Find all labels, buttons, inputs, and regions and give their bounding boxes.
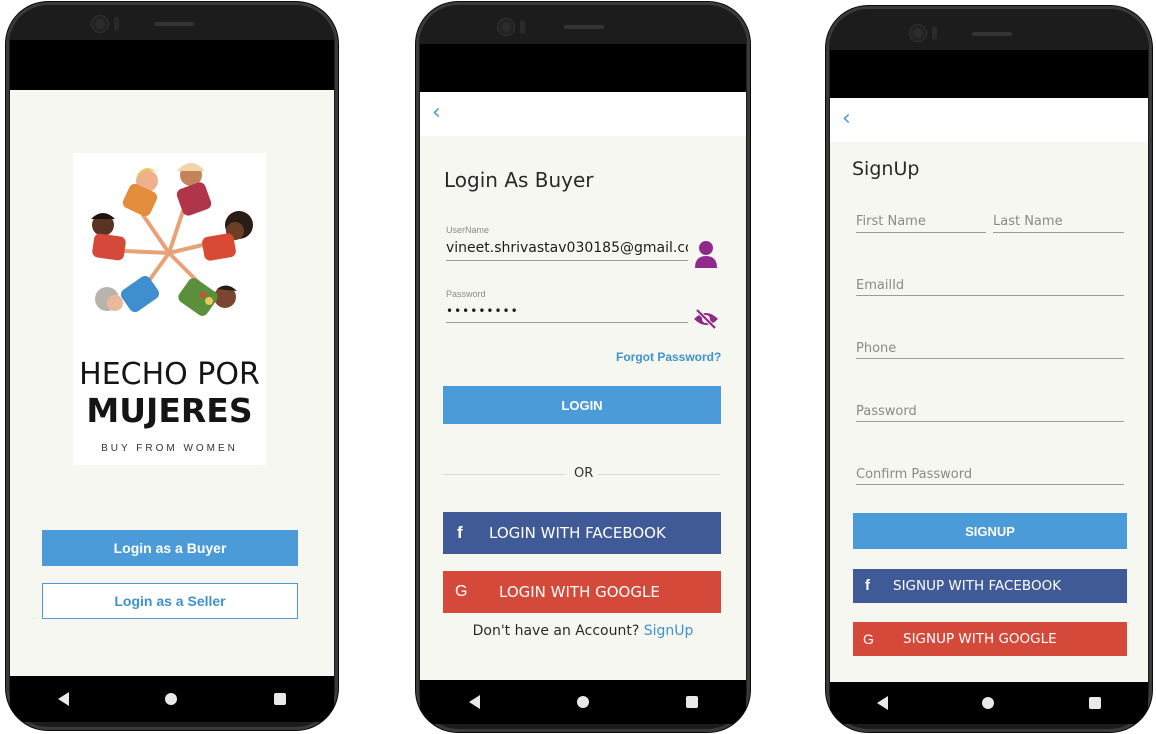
nav-back-icon[interactable]: [877, 696, 889, 710]
phone-frame-welcome: HECHO POR MUJERES BUY FROM WOMEN Login a…: [6, 2, 338, 730]
earpiece-speaker: [564, 25, 604, 29]
signup-with-google-button[interactable]: G SIGNUP WITH GOOGLE: [853, 622, 1127, 656]
or-divider-right: [598, 474, 720, 475]
facebook-icon: f: [865, 577, 870, 594]
nav-recents-icon[interactable]: [685, 696, 698, 708]
google-icon: G: [455, 583, 468, 600]
nav-home-icon[interactable]: [982, 697, 995, 709]
page-title: Login As Buyer: [444, 168, 594, 192]
login-screen: ‹ Login As Buyer UserName vineet.shrivas…: [420, 92, 746, 680]
login-button[interactable]: LOGIN: [443, 386, 721, 424]
password-input[interactable]: Password: [856, 404, 917, 419]
login-as-seller-button[interactable]: Login as a Seller: [42, 583, 298, 619]
nav-home-icon[interactable]: [576, 696, 589, 708]
system-nav-bar: [420, 680, 746, 724]
google-icon: G: [863, 631, 874, 647]
app-bar: ‹: [420, 92, 746, 136]
confirm-password-input[interactable]: Confirm Password: [856, 467, 972, 482]
nav-home-icon[interactable]: [165, 693, 178, 705]
system-nav-bar: [830, 682, 1148, 724]
or-divider-text: OR: [574, 466, 594, 481]
login-with-google-button[interactable]: G LOGIN WITH GOOGLE: [443, 571, 721, 613]
earpiece-speaker: [972, 32, 1012, 36]
nav-back-icon[interactable]: [468, 695, 480, 709]
proximity-sensor: [932, 26, 937, 40]
brand-name-line2: MUJERES: [86, 391, 253, 430]
phone-underline: [856, 358, 1124, 359]
email-input[interactable]: EmailId: [856, 278, 904, 293]
front-camera: [92, 16, 108, 32]
confirm-password-underline: [856, 484, 1124, 485]
facebook-button-label: SIGNUP WITH FACEBOOK: [893, 578, 1062, 594]
front-camera: [498, 19, 514, 35]
phone-frame-login: ‹ Login As Buyer UserName vineet.shrivas…: [416, 2, 750, 732]
first-name-input[interactable]: First Name: [856, 214, 926, 229]
facebook-icon: f: [457, 523, 463, 542]
first-name-underline: [856, 232, 986, 233]
signup-link[interactable]: SignUp: [644, 623, 694, 639]
password-underline: [856, 421, 1124, 422]
phone-frame-signup: ‹ SignUp First Name Last Name EmailId Ph…: [826, 6, 1152, 732]
proximity-sensor: [114, 17, 119, 31]
password-input[interactable]: •••••••••: [446, 304, 688, 318]
earpiece-speaker: [154, 22, 194, 26]
front-camera: [910, 25, 926, 41]
last-name-input[interactable]: Last Name: [993, 214, 1063, 229]
status-bar: [830, 50, 1148, 98]
women-circle-illustration-icon: [91, 163, 253, 316]
username-label: UserName: [446, 225, 490, 235]
forgot-password-link[interactable]: Forgot Password?: [616, 350, 721, 364]
no-account-text: Don't have an Account?: [472, 623, 640, 639]
password-label: Password: [446, 289, 486, 299]
page-title: SignUp: [852, 158, 920, 180]
brand-tagline: BUY FROM WOMEN: [101, 443, 238, 454]
last-name-underline: [993, 232, 1124, 233]
app-bar: ‹: [830, 98, 1148, 142]
signup-with-facebook-button[interactable]: f SIGNUP WITH FACEBOOK: [853, 569, 1127, 603]
signup-screen: ‹ SignUp First Name Last Name EmailId Ph…: [830, 98, 1148, 682]
facebook-button-label: LOGIN WITH FACEBOOK: [489, 524, 666, 542]
eye-off-icon[interactable]: [692, 308, 720, 330]
user-icon: [695, 241, 717, 268]
nav-back-icon[interactable]: [58, 692, 70, 706]
or-divider-left: [443, 474, 565, 475]
login-as-buyer-button[interactable]: Login as a Buyer: [42, 530, 298, 566]
nav-recents-icon[interactable]: [1088, 697, 1101, 709]
system-nav-bar: [10, 676, 334, 722]
welcome-screen: HECHO POR MUJERES BUY FROM WOMEN Login a…: [10, 90, 334, 676]
proximity-sensor: [520, 20, 525, 34]
username-input[interactable]: vineet.shrivastav030185@gmail.com: [446, 240, 688, 256]
status-bar: [10, 40, 334, 90]
username-underline: [446, 260, 688, 261]
status-bar: [420, 44, 746, 92]
signup-prompt: Don't have an Account? SignUp: [420, 623, 746, 639]
login-with-facebook-button[interactable]: f LOGIN WITH FACEBOOK: [443, 512, 721, 554]
back-chevron-icon[interactable]: ‹: [842, 108, 851, 130]
signup-button[interactable]: SIGNUP: [853, 513, 1127, 549]
brand-name-line1: HECHO POR: [79, 357, 260, 392]
brand-logo-card: HECHO POR MUJERES BUY FROM WOMEN: [73, 153, 266, 465]
google-button-label: SIGNUP WITH GOOGLE: [903, 631, 1057, 647]
email-underline: [856, 295, 1124, 296]
nav-recents-icon[interactable]: [273, 693, 286, 705]
google-button-label: LOGIN WITH GOOGLE: [499, 583, 660, 601]
phone-input[interactable]: Phone: [856, 341, 896, 356]
back-chevron-icon[interactable]: ‹: [432, 102, 441, 124]
password-underline: [446, 322, 688, 323]
